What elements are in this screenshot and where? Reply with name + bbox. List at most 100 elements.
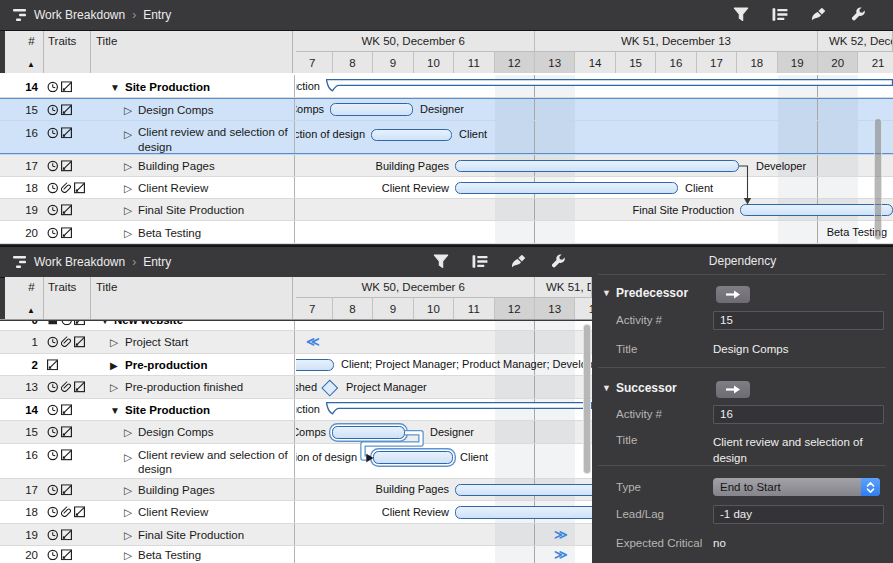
note-icon <box>47 321 59 326</box>
row-traits <box>47 549 72 561</box>
row-number: 17 <box>5 484 38 496</box>
breadcrumb-mode[interactable]: Entry <box>143 8 171 22</box>
clock-icon <box>47 507 59 519</box>
goto-predecessor-button[interactable] <box>716 286 750 303</box>
row-traits <box>47 321 86 326</box>
disclosure-triangle-icon[interactable]: ▷ <box>124 128 132 140</box>
day-header-cell: 9 <box>373 52 413 73</box>
day-header-cell: 19 <box>778 52 818 73</box>
disclosure-triangle-icon[interactable]: ▷ <box>124 227 132 239</box>
breadcrumb-separator-icon: › <box>132 255 136 269</box>
vertical-scrollbar[interactable] <box>583 324 591 474</box>
successor-header: Successor <box>616 381 677 395</box>
clock-icon <box>47 227 59 239</box>
predecessor-title-label: Title <box>616 343 637 355</box>
predecessor-activity-label: Activity # <box>616 314 662 326</box>
disclosure-triangle-icon[interactable]: ▼ <box>110 81 120 92</box>
pencil-icon <box>61 427 73 439</box>
row-title-cell: ▼Site Production <box>90 75 293 98</box>
row-title-cell: ▼Site Production <box>90 399 293 422</box>
panel-work-breakdown-bottom: Work Breakdown›Entry#▲TraitsTitleWK 50, … <box>0 247 592 563</box>
critical-value: no <box>713 537 726 549</box>
clock-icon <box>47 81 59 93</box>
breadcrumb-view[interactable]: Work Breakdown <box>34 255 125 269</box>
paperclip-icon <box>61 382 73 394</box>
pencil-icon <box>61 204 73 216</box>
work-breakdown-icon <box>13 8 28 22</box>
row-traits <box>47 227 72 239</box>
dependency-connector-selected[interactable] <box>296 321 592 563</box>
disclosure-triangle-icon[interactable]: ▷ <box>124 451 132 463</box>
week-header-cell: WK 50, December 6 <box>296 277 535 298</box>
pencil-icon <box>61 104 73 116</box>
disclosure-triangle-icon[interactable]: ▼ <box>110 404 120 415</box>
vertical-scrollbar[interactable] <box>874 118 883 240</box>
column-header-traits[interactable]: Traits <box>48 281 76 293</box>
predecessor-activity-input[interactable]: 15 <box>713 311 884 330</box>
clock-icon <box>47 204 59 216</box>
pencil-icon <box>74 337 86 349</box>
clock-icon <box>47 484 59 496</box>
breadcrumb-mode[interactable]: Entry <box>143 255 171 269</box>
pencil-icon <box>74 182 86 194</box>
row-title: Final Site Production <box>138 204 244 216</box>
breadcrumb: Work Breakdown›Entry <box>34 8 171 22</box>
divider <box>598 367 886 368</box>
column-header-num[interactable]: # <box>19 35 44 47</box>
disclosure-triangle-icon[interactable]: ▼ <box>100 321 110 326</box>
dependency-connector[interactable] <box>296 75 893 245</box>
breadcrumb: Work Breakdown › Entry <box>34 255 171 269</box>
row-number: 17 <box>5 160 38 172</box>
disclosure-triangle-icon[interactable]: ▷ <box>124 529 132 541</box>
row-traits <box>47 484 72 496</box>
successor-activity-input[interactable]: 16 <box>713 405 884 424</box>
day-header-cell: 16 <box>656 52 696 73</box>
disclosure-triangle-icon[interactable]: ▷ <box>124 506 132 518</box>
format-brush-icon[interactable] <box>811 7 827 23</box>
column-header-title[interactable]: Title <box>96 281 117 293</box>
outline-icon[interactable] <box>472 254 488 270</box>
disclosure-triangle-icon[interactable]: ▷ <box>124 182 132 194</box>
disclosure-triangle-icon[interactable]: ▷ <box>110 381 118 393</box>
disclosure-triangle-icon[interactable]: ▷ <box>124 426 132 438</box>
disclosure-triangle-icon[interactable]: ▷ <box>124 484 132 496</box>
format-brush-icon[interactable] <box>511 254 527 270</box>
dependency-type-select[interactable]: End to Start <box>713 478 880 496</box>
disclosure-triangle-icon[interactable]: ▷ <box>124 204 132 216</box>
day-header-cell: 11 <box>454 52 494 73</box>
leadlag-input[interactable]: -1 day <box>713 505 884 524</box>
filter-icon[interactable] <box>433 254 449 270</box>
row-traits <box>47 359 59 371</box>
row-traits <box>47 182 86 194</box>
chevron-down-icon[interactable]: ▼ <box>602 383 611 393</box>
clock-icon <box>61 321 73 326</box>
disclosure-triangle-icon[interactable]: ▶ <box>110 359 118 370</box>
row-title-cell: ▷ Final Site Production <box>90 199 293 221</box>
day-header-cell: 13 <box>535 52 575 73</box>
chevron-down-icon[interactable]: ▼ <box>602 288 611 298</box>
column-header-title[interactable]: Title <box>96 35 117 47</box>
row-title: Design Comps <box>138 104 213 116</box>
pencil-icon <box>74 321 86 326</box>
settings-wrench-icon[interactable] <box>550 254 566 270</box>
filter-icon[interactable] <box>733 7 749 23</box>
outline-icon[interactable] <box>772 7 788 23</box>
panel-titlebar: Work Breakdown›Entry <box>0 0 893 30</box>
disclosure-triangle-icon[interactable]: ▷ <box>124 160 132 172</box>
clock-icon <box>47 160 59 172</box>
settings-wrench-icon[interactable] <box>850 7 866 23</box>
row-title-cell: ▷Final Site Production <box>90 524 293 547</box>
day-header-cell: 14 <box>575 52 615 73</box>
row-title-cell: ▷Building Pages <box>90 479 293 502</box>
row-title-cell: ▷Client review and selection of design <box>90 121 293 155</box>
right-arrow-icon <box>723 289 743 300</box>
column-header-num[interactable]: # <box>19 281 44 293</box>
disclosure-triangle-icon[interactable]: ▷ <box>124 549 132 561</box>
disclosure-triangle-icon[interactable]: ▷ <box>110 336 118 348</box>
column-header-traits[interactable]: Traits <box>48 35 76 47</box>
disclosure-triangle-icon[interactable]: ▷ <box>124 104 132 116</box>
day-header-cell: 10 <box>414 298 454 319</box>
breadcrumb-view[interactable]: Work Breakdown <box>34 8 125 22</box>
goto-successor-button[interactable] <box>716 381 750 398</box>
clock-icon <box>47 382 59 394</box>
